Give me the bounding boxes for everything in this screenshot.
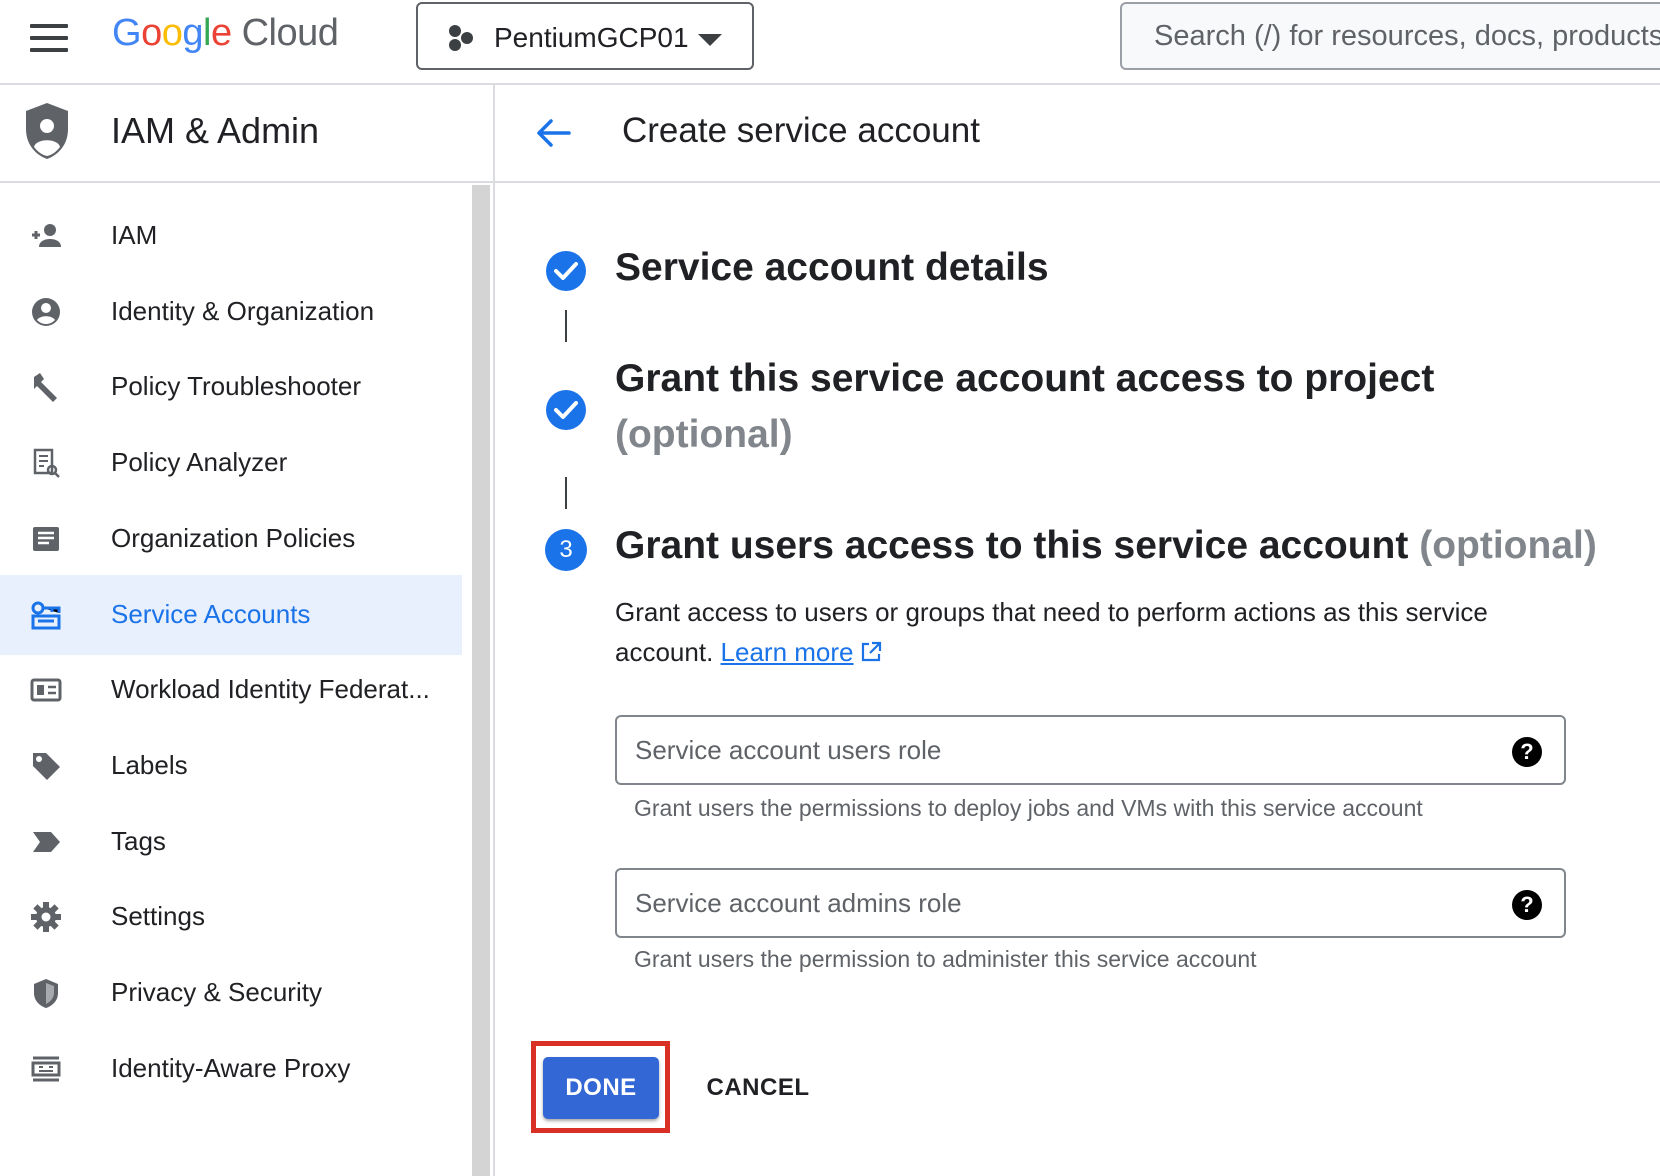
page-title: Create service account (622, 111, 980, 150)
document-search-icon (33, 448, 60, 478)
sidebar-header: IAM & Admin (0, 85, 493, 183)
account-circle-icon (32, 298, 60, 326)
sidebar-item-label: Identity & Organization (111, 296, 375, 326)
step-3-title: Grant users access to this service accou… (615, 524, 1597, 567)
step-1-title[interactable]: Service account details (615, 246, 1049, 290)
gear-icon (31, 902, 61, 932)
id-card-icon (30, 678, 62, 702)
sidebar-item-identity-organization[interactable]: Identity & Organization (0, 272, 462, 352)
step-connector (565, 477, 567, 509)
sidebar-item-label: IAM (111, 220, 158, 250)
project-hexagons-icon (449, 25, 473, 51)
admins-role-hint: Grant users the permission to administer… (634, 946, 1257, 972)
sidebar-item-policy-analyzer[interactable]: Policy Analyzer (0, 423, 462, 503)
sidebar-item-privacy-security[interactable]: Privacy & Security (0, 953, 462, 1033)
step-complete-check-icon (546, 390, 586, 430)
cancel-button[interactable]: CANCEL (688, 1057, 828, 1119)
proxy-icon (31, 1056, 61, 1082)
service-account-users-role-field[interactable]: ? (615, 715, 1566, 785)
learn-more-link[interactable]: Learn more (721, 637, 854, 667)
sidebar-item-label: Identity-Aware Proxy (111, 1053, 351, 1083)
service-account-admins-role-input[interactable] (617, 870, 1564, 936)
tag-arrow-icon (33, 832, 60, 852)
search-box[interactable] (1120, 2, 1660, 70)
top-bar: Google Cloud PentiumGCP01 (0, 0, 1660, 85)
sidebar-title: IAM & Admin (111, 110, 320, 151)
chevron-down-icon (698, 34, 722, 46)
external-link-icon (861, 641, 881, 662)
main-menu-icon[interactable] (30, 24, 68, 52)
step-2-optional: (optional) (615, 413, 793, 456)
sidebar-item-policy-troubleshooter[interactable]: Policy Troubleshooter (0, 347, 462, 427)
sidebar: IAM & Admin IAM Identity & Organization … (0, 85, 495, 1176)
sidebar-item-label: Privacy & Security (111, 977, 322, 1007)
users-role-hint: Grant users the permissions to deploy jo… (634, 795, 1423, 821)
page-header: Create service account (495, 85, 1660, 183)
google-cloud-logo[interactable]: Google Cloud (112, 12, 339, 55)
sidebar-scrollbar[interactable] (472, 185, 490, 1176)
project-name: PentiumGCP01 (494, 22, 689, 53)
wrench-icon (34, 373, 57, 402)
sidebar-item-service-accounts[interactable]: Service Accounts (0, 575, 462, 655)
sidebar-item-tags[interactable]: Tags (0, 802, 462, 882)
shield-icon (34, 979, 58, 1008)
sidebar-item-identity-aware-proxy[interactable]: Identity-Aware Proxy (0, 1029, 462, 1109)
sidebar-item-label: Organization Policies (111, 523, 356, 553)
step-complete-check-icon (546, 251, 586, 291)
sidebar-item-label: Policy Analyzer (111, 447, 288, 477)
step-3-number-badge: 3 (545, 529, 587, 571)
sidebar-item-label: Service Accounts (111, 599, 311, 629)
service-account-users-role-input[interactable] (617, 717, 1564, 783)
sidebar-item-label: Labels (111, 750, 188, 780)
sidebar-item-label: Workload Identity Federat... (111, 674, 430, 704)
iam-shield-icon (26, 103, 68, 159)
search-input[interactable] (1122, 4, 1660, 68)
service-account-admins-role-field[interactable]: ? (615, 868, 1566, 938)
help-icon[interactable]: ? (1512, 890, 1542, 920)
done-button[interactable]: DONE (543, 1057, 659, 1119)
step-connector (565, 310, 567, 342)
sidebar-item-workload-identity-federation[interactable]: Workload Identity Federat... (0, 650, 462, 730)
sidebar-item-settings[interactable]: Settings (0, 877, 462, 957)
help-icon[interactable]: ? (1512, 737, 1542, 767)
sidebar-item-organization-policies[interactable]: Organization Policies (0, 499, 462, 579)
person-add-icon (32, 224, 61, 247)
service-account-icon (31, 601, 61, 630)
sidebar-item-labels[interactable]: Labels (0, 726, 462, 806)
step-2-title[interactable]: Grant this service account access to pro… (615, 357, 1434, 401)
sidebar-item-label: Settings (111, 901, 205, 931)
back-arrow-icon[interactable] (531, 111, 575, 155)
project-picker-button[interactable]: PentiumGCP01 (416, 2, 754, 70)
step-3-description: Grant access to users or groups that nee… (615, 597, 1488, 667)
list-document-icon (33, 527, 59, 551)
sidebar-item-label: Policy Troubleshooter (111, 371, 362, 401)
sidebar-item-iam[interactable]: IAM (0, 196, 462, 276)
sidebar-item-label: Tags (111, 826, 166, 856)
label-tag-icon (33, 753, 60, 780)
